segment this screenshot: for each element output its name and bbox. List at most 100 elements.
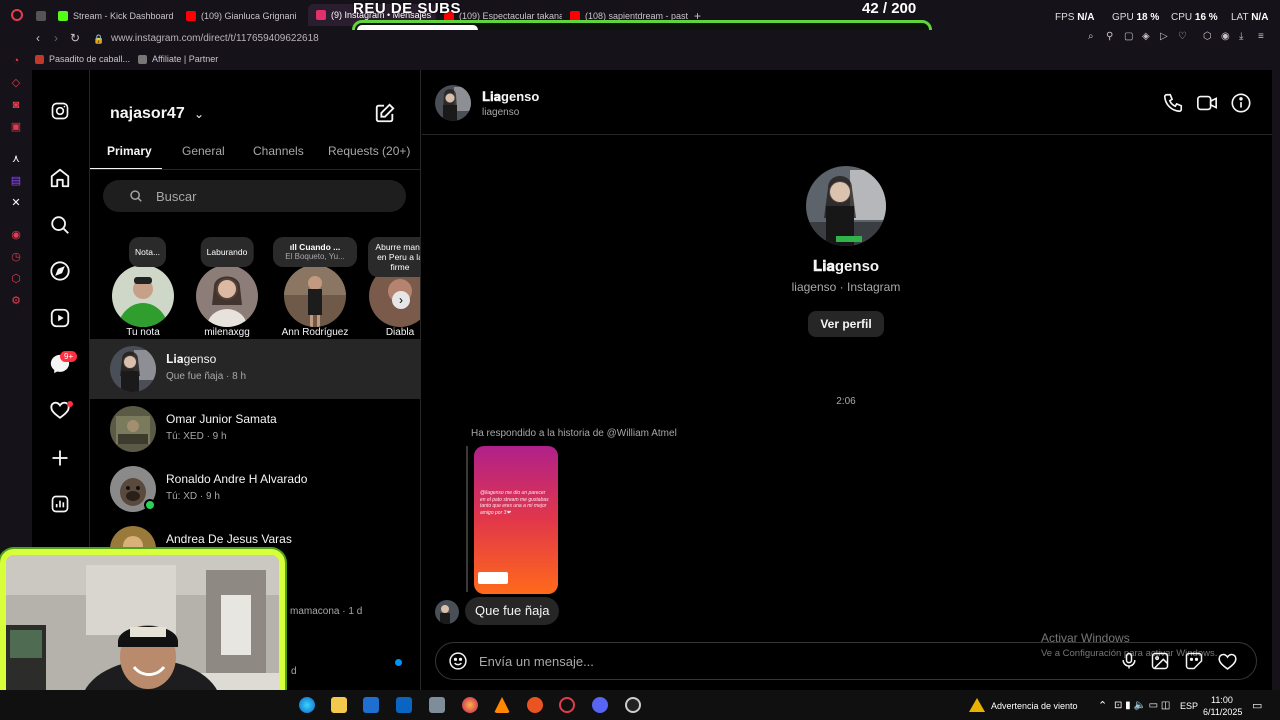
- profile-icon[interactable]: ◉: [1221, 31, 1230, 42]
- chevron-up-icon[interactable]: ⌃: [1098, 699, 1107, 712]
- tab-youtube-1[interactable]: (109) Gianluca Grignani: [186, 6, 301, 26]
- bookmark-affiliate[interactable]: Affiliate | Partner: [138, 54, 218, 64]
- back-icon[interactable]: ‹: [36, 31, 40, 45]
- conversation-preview: Tú: XED · 9 h: [166, 431, 227, 442]
- conversation-item[interactable]: 𝐋𝐢𝐚genso Que fue ñaja · 8 h: [90, 339, 420, 399]
- home-icon[interactable]: [48, 166, 72, 190]
- shield-icon[interactable]: ◈: [1142, 31, 1150, 42]
- messenger-icon[interactable]: ◙: [9, 98, 23, 112]
- page-icon: [138, 54, 147, 64]
- kick-icon: [58, 11, 68, 21]
- info-icon[interactable]: [1230, 92, 1252, 117]
- opera-aria-icon[interactable]: ◔: [9, 54, 23, 68]
- account-switcher[interactable]: najasor47: [110, 105, 185, 123]
- search-nav-icon[interactable]: [48, 213, 72, 237]
- tab-kick-dashboard[interactable]: Stream - Kick Dashboard: [58, 6, 178, 26]
- address-bar: ‹ › ↻ 🔒 www.instagram.com/direct/t/11765…: [0, 30, 1280, 50]
- lock-icon: 🔒: [93, 34, 105, 44]
- dashboard-icon[interactable]: [48, 492, 72, 516]
- compose-icon[interactable]: [374, 102, 396, 127]
- bookmark-youtube[interactable]: Pasadito de caball...: [35, 54, 130, 64]
- instagram-sidebar-icon[interactable]: ▣: [9, 120, 23, 134]
- emoji-icon[interactable]: [448, 651, 468, 674]
- avatar: [284, 265, 346, 327]
- file-explorer-icon[interactable]: [331, 697, 347, 713]
- tab-channels[interactable]: Channels: [253, 144, 304, 158]
- chevron-down-icon[interactable]: ⌄: [194, 107, 204, 121]
- screenshot-icon[interactable]: ▢: [1124, 31, 1133, 42]
- kick-sidebar-icon[interactable]: ⋏: [9, 152, 23, 166]
- tray-icons[interactable]: ⊡ ▮ 🔈 ▭ ◫: [1114, 700, 1170, 711]
- app-icon[interactable]: [429, 697, 445, 713]
- story-text: @liagenso me dio un parecer en el pato s…: [480, 490, 549, 516]
- extensions-sidebar-icon[interactable]: ⬡: [9, 272, 23, 286]
- forward-icon[interactable]: ›: [54, 31, 58, 45]
- note-bubble: Nota...: [129, 237, 167, 267]
- obs-icon[interactable]: [625, 697, 641, 713]
- avatar[interactable]: [435, 600, 459, 624]
- app-icon[interactable]: [527, 697, 543, 713]
- phone-icon[interactable]: [1162, 92, 1184, 117]
- tab-general[interactable]: General: [182, 144, 225, 158]
- history-icon[interactable]: ◷: [9, 250, 23, 264]
- clock-date[interactable]: 6/11/2025: [1203, 707, 1242, 717]
- conversation-item[interactable]: Ronaldo Andre H Alvarado Tú: XD · 9 h: [90, 459, 420, 519]
- opera-gx-icon[interactable]: [559, 697, 575, 713]
- notes-row: Nota... Tu nota Laburando milenaxgg ıll …: [90, 235, 420, 339]
- discord-icon[interactable]: [592, 697, 608, 713]
- outlook-icon[interactable]: [396, 697, 412, 713]
- crypto-wallet-icon[interactable]: ◇: [9, 76, 23, 90]
- play-icon[interactable]: ▷: [1160, 31, 1168, 42]
- chat-header: 𝐋𝐢𝐚genso liagenso: [422, 70, 1272, 135]
- avatar[interactable]: [435, 85, 471, 121]
- twitch-icon[interactable]: ▤: [9, 174, 23, 188]
- online-status-dot: [144, 499, 156, 511]
- explore-icon[interactable]: [48, 259, 72, 283]
- tab-requests[interactable]: Requests (20+): [328, 144, 410, 158]
- create-icon[interactable]: [48, 446, 72, 470]
- player-icon[interactable]: ◉: [9, 228, 23, 242]
- chat-name[interactable]: 𝐋𝐢𝐚genso: [482, 89, 539, 105]
- weather-text[interactable]: Advertencia de viento: [991, 701, 1078, 711]
- download-icon[interactable]: ⤓: [1239, 31, 1243, 42]
- extensions-icon[interactable]: ⬡: [1203, 31, 1212, 42]
- firefox-icon[interactable]: [462, 697, 478, 713]
- story-reply-note: Ha respondido a la historia de @William …: [471, 428, 677, 439]
- language-indicator[interactable]: ESP: [1180, 701, 1198, 711]
- conversation-item[interactable]: Omar Junior Samata Tú: XED · 9 h: [90, 399, 420, 459]
- url-field[interactable]: www.instagram.com/direct/t/1176594096226…: [111, 33, 319, 44]
- search-box[interactable]: Buscar: [103, 180, 406, 212]
- x-twitter-icon[interactable]: ✕: [9, 196, 23, 210]
- conversation-preview: Tú: XD · 9 h: [166, 491, 220, 502]
- zoom-icon[interactable]: ⌕: [1088, 31, 1094, 42]
- cpu-stat: CPU 16 %: [1171, 12, 1218, 23]
- pin-icon[interactable]: ⚲: [1106, 31, 1113, 42]
- workspace-icon[interactable]: [36, 6, 50, 26]
- opera-logo-icon[interactable]: [11, 9, 23, 21]
- message-input[interactable]: Envía un mensaje...: [479, 654, 594, 669]
- clock-time[interactable]: 11:00: [1211, 695, 1233, 705]
- settings-icon[interactable]: ⚙: [9, 294, 23, 308]
- view-profile-button[interactable]: Ver perfil: [808, 311, 884, 337]
- reels-icon[interactable]: [48, 306, 72, 330]
- like-heart-icon[interactable]: [1217, 651, 1238, 675]
- heart-icon[interactable]: ♡: [1178, 31, 1187, 42]
- video-call-icon[interactable]: [1196, 92, 1218, 117]
- chevron-right-icon[interactable]: ›: [392, 291, 410, 309]
- search-input[interactable]: Buscar: [156, 189, 196, 204]
- notifications-icon[interactable]: ▭: [1252, 699, 1262, 712]
- store-icon[interactable]: [363, 697, 379, 713]
- search-icon: [129, 189, 143, 206]
- instagram-logo-icon[interactable]: [48, 99, 72, 123]
- conversation-name: 𝐋𝐢𝐚genso: [166, 352, 217, 366]
- message-bubble[interactable]: Que fue ñaja: [465, 597, 560, 625]
- edge-icon[interactable]: [299, 697, 315, 713]
- menu-icon[interactable]: ≡: [1258, 31, 1264, 42]
- story-reply-preview[interactable]: @liagenso me dio un parecer en el pato s…: [474, 446, 558, 594]
- conversation-name: Omar Junior Samata: [166, 412, 277, 426]
- vlc-icon[interactable]: [494, 697, 510, 713]
- profile-avatar[interactable]: [806, 166, 886, 246]
- tab-primary[interactable]: Primary: [107, 144, 152, 158]
- reload-icon[interactable]: ↻: [70, 31, 80, 45]
- warning-icon: [969, 698, 985, 712]
